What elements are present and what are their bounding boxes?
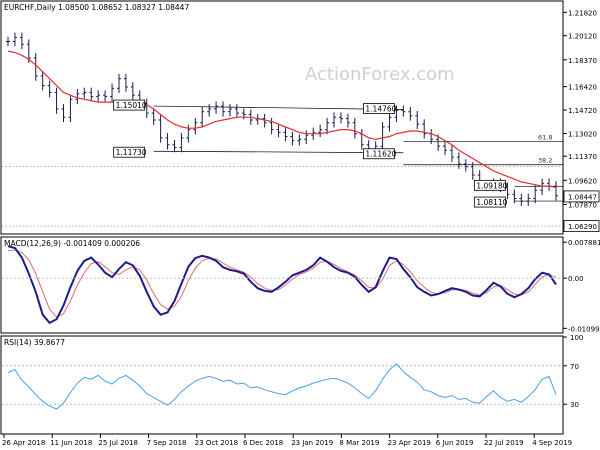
macd-tick-label: -0.010995 bbox=[568, 325, 600, 333]
rsi-panel bbox=[0, 335, 564, 435]
macd-header: MACD(12,26,9) -0.001409 0.000206 bbox=[4, 239, 140, 248]
date-tick-label: 8 Mar 2019 bbox=[339, 439, 379, 447]
macd-tick-label: 0.007881 bbox=[568, 239, 600, 247]
annotation-label: 1.14760 bbox=[365, 105, 396, 114]
watermark: ActionForex.com bbox=[305, 64, 455, 85]
price-tick-label: 1.14720 bbox=[568, 107, 597, 115]
main-price-axis: 1.21820 1.20120 1.18370 1.16420 1.14720 1.130… bbox=[563, 9, 600, 233]
rsi-tick-label: 30 bbox=[570, 401, 579, 409]
rsi-tick-label: 70 bbox=[570, 363, 579, 371]
date-tick-label: 22 Jul 2019 bbox=[484, 439, 524, 447]
date-tick-label: 6 Dec 2018 bbox=[243, 439, 283, 447]
date-tick-label: 23 Oct 2018 bbox=[195, 439, 238, 447]
rsi-axis: 100 70 30 bbox=[563, 334, 583, 409]
date-tick-label: 23 Apr 2019 bbox=[388, 439, 431, 447]
annotation-label: 1.08110 bbox=[476, 198, 507, 207]
annotation-label: 1.09180 bbox=[476, 181, 507, 190]
date-axis: 26 Apr 2018 11 Jun 2018 25 Jul 2018 7 Sep 2… bbox=[2, 434, 572, 447]
date-tick-label: 7 Sep 2018 bbox=[147, 439, 187, 447]
main-header: EURCHF,Daily 1.08500 1.08652 1.08327 1.0… bbox=[4, 3, 189, 12]
annotation-label: 1.15010 bbox=[116, 101, 147, 110]
date-tick-label: 26 Apr 2018 bbox=[2, 439, 45, 447]
macd-tick-label: 0.00 bbox=[568, 275, 584, 283]
price-tick-label: 1.18370 bbox=[568, 57, 597, 65]
eurchf-daily-chart: 1.21820 1.20120 1.18370 1.16420 1.14720 1.130… bbox=[0, 0, 600, 447]
date-tick-label: 11 Jun 2018 bbox=[50, 439, 92, 447]
price-tick-label: 1.16420 bbox=[568, 84, 597, 92]
macd-axis: 0.007881 0.00 -0.010995 bbox=[563, 239, 600, 333]
date-tick-label: 23 Jan 2019 bbox=[291, 439, 333, 447]
price-tick-label: 1.09620 bbox=[568, 177, 597, 185]
rsi-tick-label: 100 bbox=[570, 334, 583, 342]
date-tick-label: 4 Sep 2019 bbox=[532, 439, 572, 447]
price-tick-label: 1.11370 bbox=[568, 153, 597, 161]
price-tick-label: 1.07870 bbox=[568, 201, 597, 209]
fibonacci-label: 61.8 bbox=[538, 133, 552, 141]
annotation-label: 1.11620 bbox=[365, 150, 396, 159]
price-tick-label: 1.20120 bbox=[568, 33, 597, 41]
price-tick-label: 1.13020 bbox=[568, 130, 597, 138]
last-price-label: 1.08447 bbox=[568, 193, 597, 201]
date-tick-label: 25 Jul 2018 bbox=[98, 439, 138, 447]
annotation-label: 1.11730 bbox=[116, 148, 147, 157]
price-tick-label: 1.06290 bbox=[568, 223, 597, 231]
fibonacci-label: 38.2 bbox=[538, 157, 552, 165]
rsi-header: RSI(14) 39.8677 bbox=[4, 338, 65, 347]
price-tick-label: 1.21820 bbox=[568, 9, 597, 17]
date-tick-label: 6 Jun 2019 bbox=[436, 439, 474, 447]
